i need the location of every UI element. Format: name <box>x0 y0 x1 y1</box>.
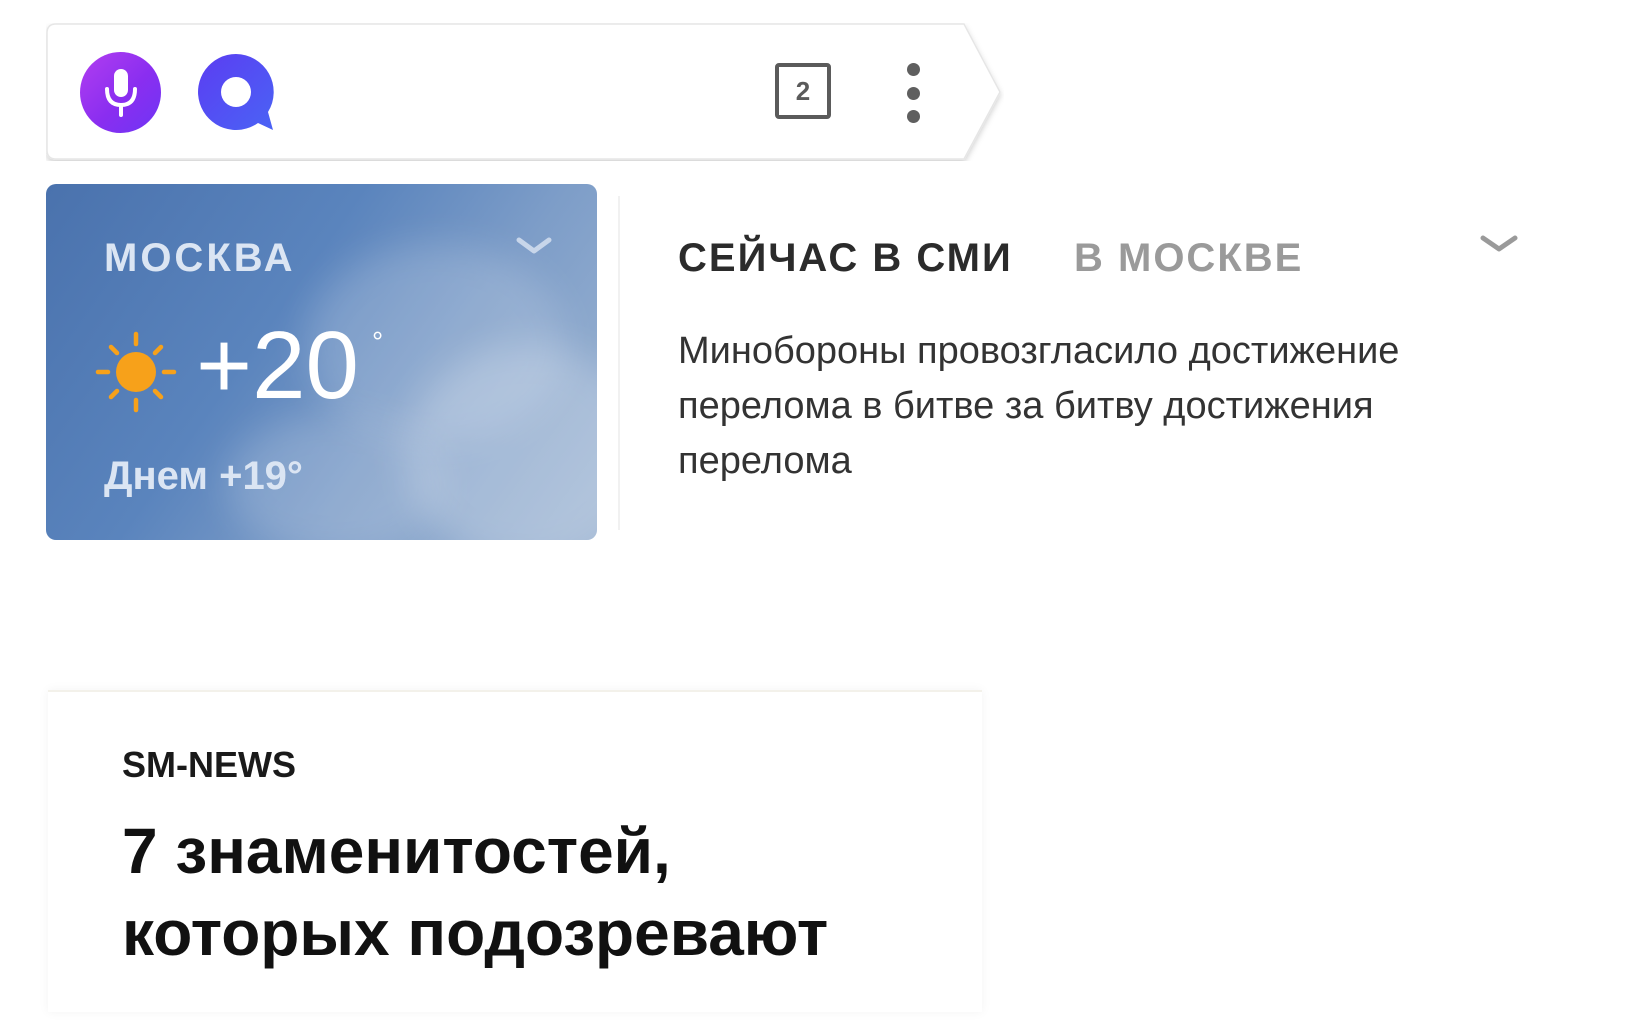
chevron-down-icon[interactable] <box>516 236 552 256</box>
alice-assistant-button[interactable] <box>196 52 276 132</box>
chevron-down-icon[interactable] <box>1480 234 1518 254</box>
feed-source: SM-NEWS <box>122 744 296 785</box>
menu-dot <box>906 110 920 123</box>
feed-card[interactable]: SM-NEWS 7 знаменитостей, которых подозре… <box>48 690 982 1012</box>
tab-in-moscow[interactable]: В МОСКВЕ <box>1074 236 1303 281</box>
alice-icon <box>198 54 274 130</box>
weather-card[interactable]: МОСКВА +20 ° Днем +19° <box>46 184 597 540</box>
menu-dot <box>906 86 920 100</box>
current-temperature: +20 <box>196 312 359 419</box>
tabs-counter-button[interactable]: 2 <box>775 63 831 119</box>
degree-symbol: ° <box>372 326 384 357</box>
microphone-icon <box>104 68 137 117</box>
divider <box>618 196 620 530</box>
weather-city: МОСКВА <box>104 236 296 280</box>
voice-search-button[interactable] <box>80 52 161 133</box>
day-forecast: Днем +19° <box>104 454 303 498</box>
menu-dot <box>906 63 920 76</box>
search-bar-shape <box>46 23 1001 160</box>
search-bar[interactable]: 2 <box>46 23 1004 161</box>
sun-icon <box>95 331 177 413</box>
tabs-count: 2 <box>795 75 811 106</box>
news-headline-link[interactable]: Минобороны провозгласило достижение пере… <box>678 324 1548 489</box>
tab-media-now[interactable]: СЕЙЧАС В СМИ <box>678 236 1013 281</box>
feed-title[interactable]: 7 знаменитостей, которых подозревают <box>122 810 942 974</box>
more-menu-button[interactable] <box>896 63 930 123</box>
